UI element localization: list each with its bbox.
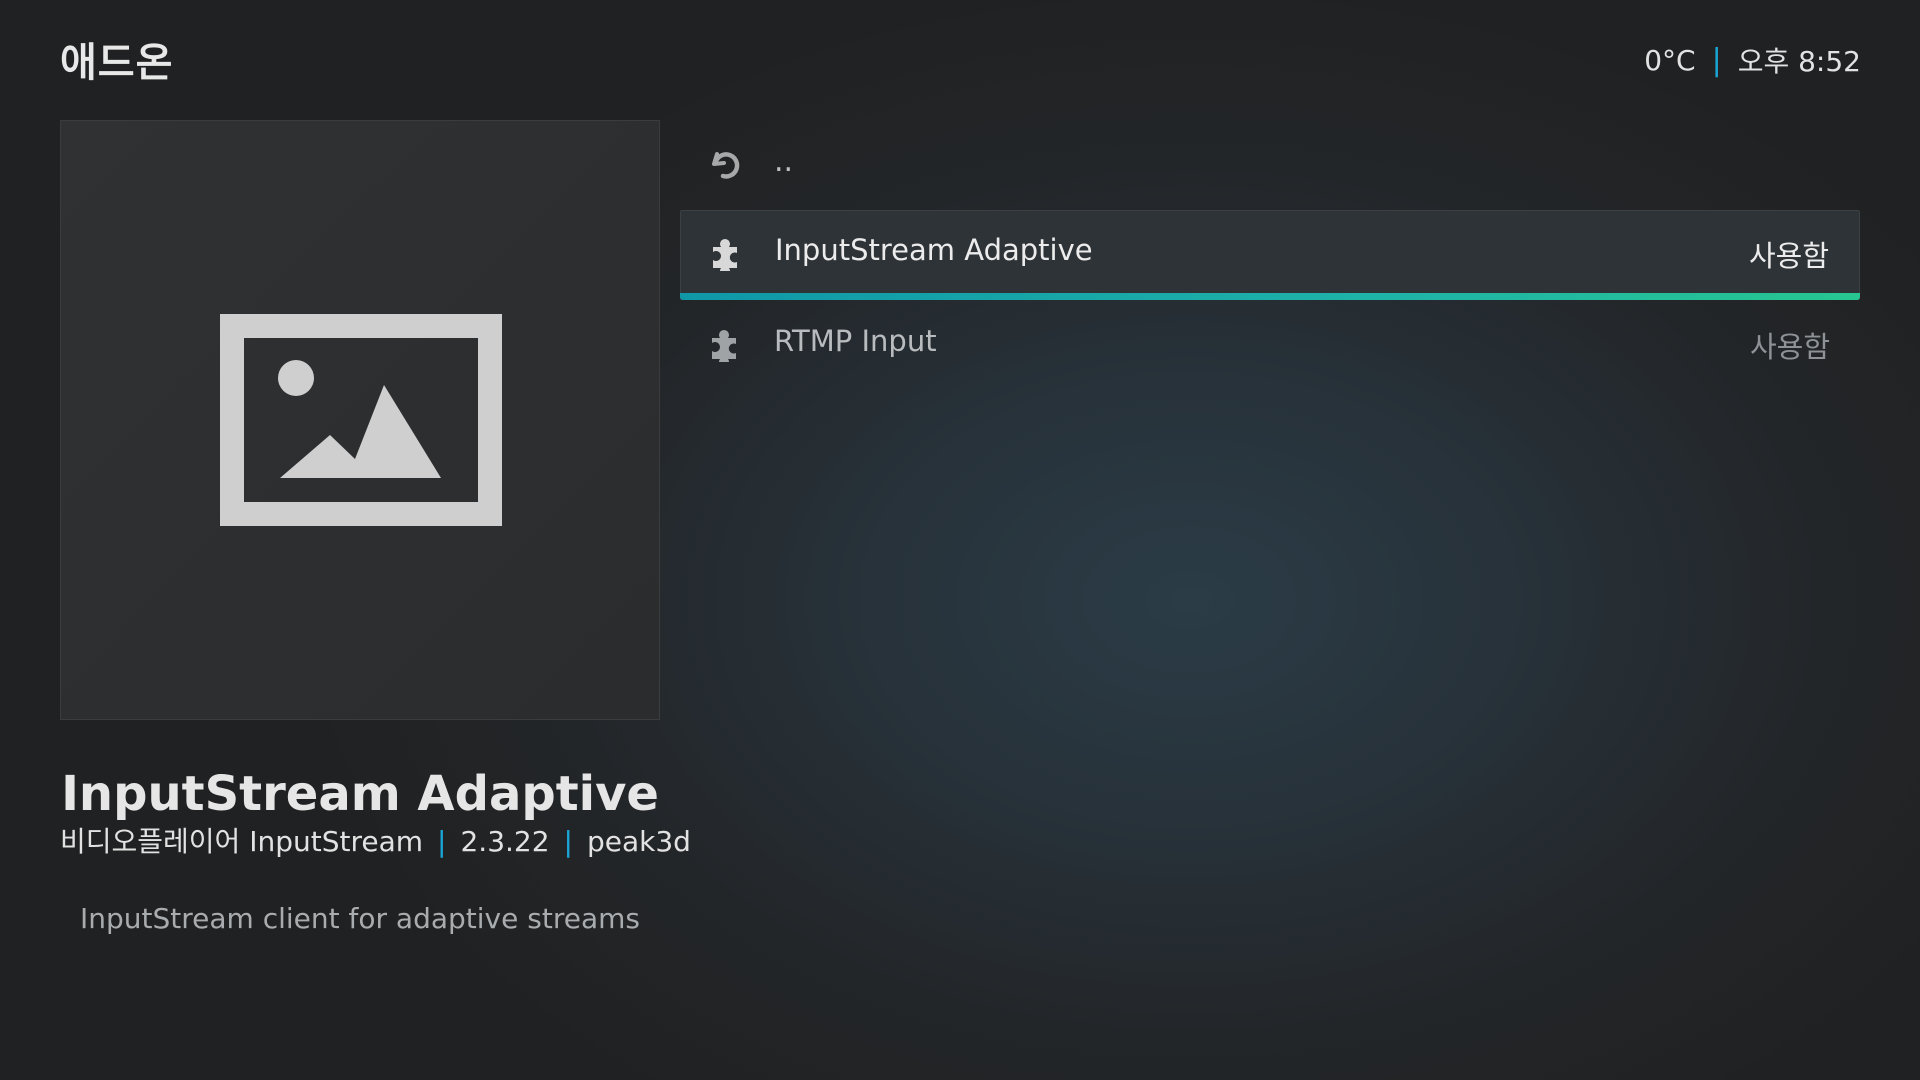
addon-thumbnail bbox=[60, 120, 660, 720]
back-arrow-icon bbox=[712, 152, 740, 179]
temperature: 0°C bbox=[1644, 43, 1696, 77]
status-bar: 0°C | 오후 8:52 bbox=[1644, 40, 1861, 80]
addon-description: InputStream client for adaptive streams bbox=[80, 902, 640, 935]
list-item-inputstream-adaptive[interactable]: InputStream Adaptive 사용함 bbox=[680, 210, 1860, 300]
addon-author: peak3d bbox=[586, 825, 691, 858]
page-title: 애드온 bbox=[60, 40, 174, 86]
list-item-label: .. bbox=[774, 144, 794, 179]
addon-info-meta: 비디오플레이어 InputStream | 2.3.22 | peak3d bbox=[60, 820, 691, 860]
addon-info-title: InputStream Adaptive bbox=[61, 766, 659, 822]
status-separator: | bbox=[1711, 42, 1722, 78]
list-item-rtmp-input[interactable]: RTMP Input 사용함 bbox=[680, 302, 1860, 388]
list-item-label: RTMP Input bbox=[774, 324, 937, 358]
puzzle-icon bbox=[713, 239, 737, 271]
puzzle-icon bbox=[712, 330, 736, 362]
meta-separator: | bbox=[437, 825, 447, 858]
meta-separator: | bbox=[563, 825, 573, 858]
addon-category: 비디오플레이어 InputStream bbox=[60, 825, 424, 858]
image-placeholder-icon bbox=[220, 314, 502, 526]
list-item-status: 사용함 bbox=[1748, 239, 1829, 273]
list-item-status: 사용함 bbox=[1749, 330, 1830, 364]
clock: 오후 8:52 bbox=[1737, 45, 1861, 78]
list-item-parent[interactable]: .. bbox=[680, 130, 1860, 216]
list-item-label: InputStream Adaptive bbox=[775, 233, 1093, 267]
focus-indicator bbox=[680, 293, 1860, 300]
addon-version: 2.3.22 bbox=[460, 825, 550, 858]
